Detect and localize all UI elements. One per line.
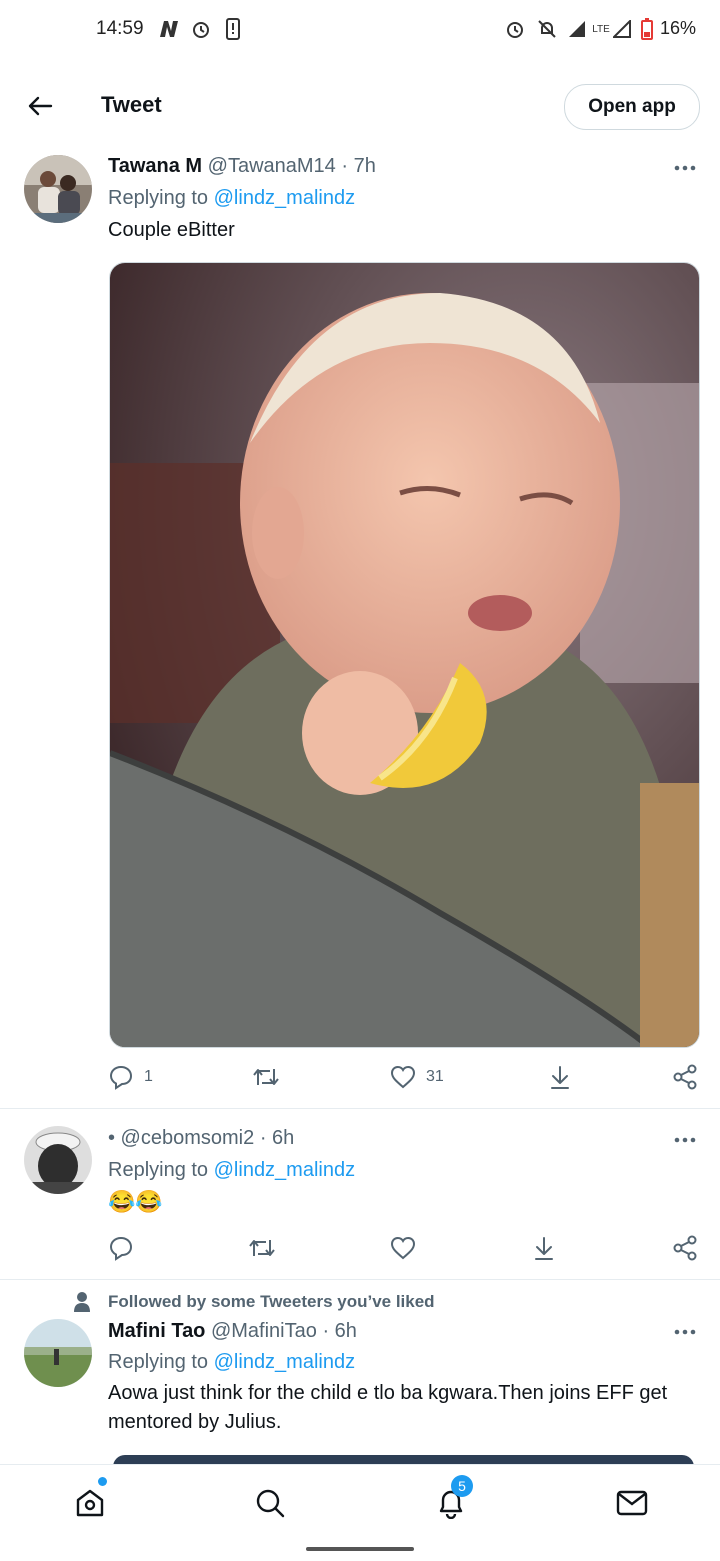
author-name[interactable]: Tawana M bbox=[108, 155, 202, 177]
nav-messages[interactable] bbox=[610, 1481, 654, 1525]
more-icon bbox=[674, 165, 696, 171]
device-alert-icon bbox=[224, 16, 242, 42]
alarm-icon bbox=[190, 16, 212, 42]
download-button[interactable] bbox=[532, 1233, 556, 1263]
n-logo-icon bbox=[156, 16, 182, 42]
home-new-indicator bbox=[98, 1477, 107, 1486]
reply-button[interactable] bbox=[108, 1233, 144, 1263]
nav-search[interactable] bbox=[248, 1481, 292, 1525]
divider bbox=[0, 1279, 720, 1280]
download-icon bbox=[551, 1066, 569, 1089]
avatar[interactable] bbox=[24, 1126, 92, 1194]
mention-link[interactable]: @lindz_malindz bbox=[214, 1159, 355, 1181]
status-bar: 14:59 LTE 16% bbox=[0, 0, 720, 60]
arrow-left-icon bbox=[28, 96, 53, 116]
search-icon bbox=[256, 1489, 285, 1518]
gesture-bar[interactable] bbox=[306, 1547, 414, 1551]
like-count: 31 bbox=[426, 1068, 444, 1085]
alarm-icon-right bbox=[504, 16, 526, 42]
social-context: Followed by some Tweeters you’ve liked bbox=[108, 1292, 435, 1311]
signal-icon-2 bbox=[612, 16, 632, 42]
tweet-header: Tawana M @TawanaM14 · 7h bbox=[108, 155, 376, 178]
mute-icon bbox=[536, 16, 558, 42]
divider bbox=[0, 1108, 720, 1109]
replying-to: Replying to @lindz_malindz bbox=[108, 1159, 355, 1182]
share-icon bbox=[673, 1064, 697, 1090]
tweet-time: · 6h bbox=[259, 1127, 295, 1149]
open-app-button[interactable]: Open app bbox=[564, 84, 700, 130]
battery-icon bbox=[640, 16, 654, 42]
top-bar: Tweet Open app bbox=[0, 72, 720, 142]
retweet-button[interactable] bbox=[252, 1062, 290, 1092]
back-button[interactable] bbox=[22, 88, 58, 124]
more-icon bbox=[674, 1137, 696, 1143]
share-icon bbox=[673, 1235, 697, 1261]
avatar[interactable] bbox=[24, 1319, 92, 1387]
replying-prefix: Replying to bbox=[108, 1351, 214, 1373]
more-button[interactable] bbox=[672, 158, 698, 178]
reply-icon bbox=[109, 1065, 133, 1090]
retweet-icon bbox=[253, 1069, 279, 1085]
like-button[interactable] bbox=[390, 1233, 426, 1263]
more-button[interactable] bbox=[672, 1322, 698, 1342]
status-time: 14:59 bbox=[96, 18, 144, 39]
download-button[interactable] bbox=[548, 1062, 572, 1092]
tweet-time: · 6h bbox=[322, 1320, 357, 1342]
reply-button[interactable]: 1 bbox=[108, 1062, 153, 1092]
person-icon bbox=[72, 1291, 92, 1313]
tweet-image[interactable] bbox=[109, 262, 700, 1048]
reply-icon bbox=[109, 1236, 133, 1261]
share-button[interactable] bbox=[672, 1233, 698, 1263]
heart-icon bbox=[390, 1065, 416, 1089]
like-button[interactable]: 31 bbox=[390, 1062, 444, 1092]
author-handle[interactable]: • @cebomsomi2 bbox=[108, 1127, 254, 1149]
tweet-header: • @cebomsomi2 · 6h bbox=[108, 1127, 294, 1150]
heart-icon bbox=[390, 1236, 416, 1260]
download-icon bbox=[535, 1237, 553, 1260]
retweet-icon bbox=[249, 1240, 275, 1256]
replying-to: Replying to @lindz_malindz bbox=[108, 187, 355, 210]
photo-baby-lemon bbox=[110, 263, 699, 1047]
mail-icon bbox=[616, 1490, 648, 1516]
tweet-text: 😂😂 bbox=[108, 1189, 163, 1214]
tweet-time: · 7h bbox=[341, 155, 376, 177]
tweet-header: Mafini Tao @MafiniTao · 6h bbox=[108, 1320, 357, 1343]
reply-count: 1 bbox=[144, 1068, 153, 1085]
author-name[interactable]: Mafini Tao bbox=[108, 1320, 205, 1342]
more-icon bbox=[674, 1329, 696, 1335]
notification-badge: 5 bbox=[451, 1475, 473, 1497]
signal-icon bbox=[566, 16, 588, 42]
avatar[interactable] bbox=[24, 155, 92, 223]
mention-link[interactable]: @lindz_malindz bbox=[214, 1351, 355, 1373]
battery-percent: 16% bbox=[660, 18, 697, 38]
page-title: Tweet bbox=[101, 92, 162, 117]
replying-prefix: Replying to bbox=[108, 1159, 214, 1181]
author-handle[interactable]: @MafiniTao bbox=[211, 1320, 317, 1342]
share-button[interactable] bbox=[672, 1062, 698, 1092]
tweet-actions: 1 31 bbox=[108, 1062, 698, 1092]
tweet-text: Aowa just think for the child e tlo ba k… bbox=[108, 1382, 668, 1433]
home-icon bbox=[76, 1489, 104, 1517]
author-handle[interactable]: @TawanaM14 bbox=[208, 155, 336, 177]
mention-link[interactable]: @lindz_malindz bbox=[214, 187, 355, 209]
tweet-text: Couple eBitter bbox=[108, 219, 235, 241]
lte-label: LTE bbox=[592, 23, 610, 35]
replying-to: Replying to @lindz_malindz bbox=[108, 1351, 355, 1374]
replying-prefix: Replying to bbox=[108, 187, 214, 209]
retweet-button[interactable] bbox=[248, 1233, 286, 1263]
tweet-actions bbox=[108, 1233, 698, 1263]
more-button[interactable] bbox=[672, 1130, 698, 1150]
nav-home[interactable] bbox=[68, 1481, 112, 1525]
